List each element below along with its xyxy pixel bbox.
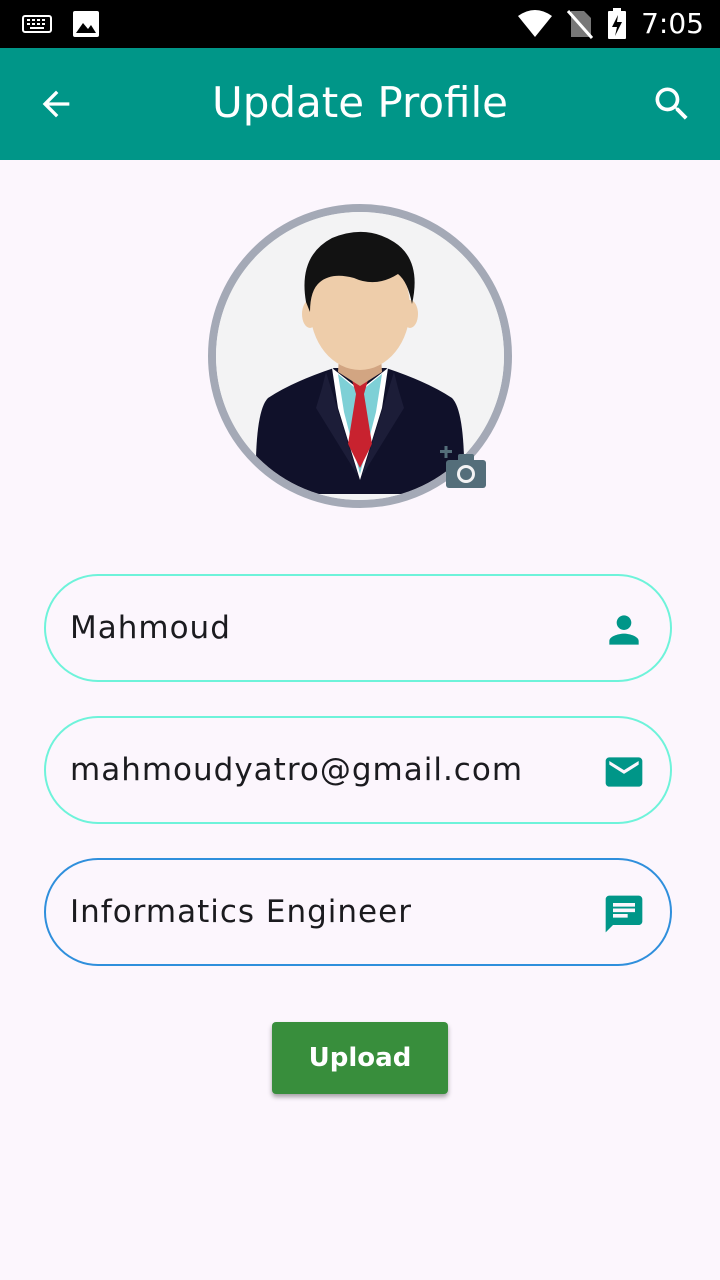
person-icon bbox=[609, 615, 639, 645]
keyboard-icon bbox=[22, 15, 52, 33]
email-field-value: mahmoudyatro@gmail.com bbox=[70, 752, 524, 788]
status-bar: 7:05 bbox=[0, 0, 720, 48]
battery-charging-icon bbox=[608, 8, 627, 39]
email-field[interactable]: mahmoudyatro@gmail.com bbox=[44, 716, 672, 824]
search-icon[interactable] bbox=[650, 82, 694, 126]
wifi-icon bbox=[518, 10, 553, 37]
mail-icon bbox=[605, 757, 643, 787]
name-field[interactable]: Mahmoud bbox=[44, 574, 672, 682]
status-time: 7:05 bbox=[641, 7, 704, 40]
image-icon bbox=[73, 11, 99, 37]
name-field-value: Mahmoud bbox=[70, 610, 231, 646]
upload-button[interactable]: Upload bbox=[272, 1022, 448, 1094]
app-bar: Update Profile bbox=[0, 48, 720, 160]
page-title: Update Profile bbox=[211, 78, 509, 127]
bio-field-value: Informatics Engineer bbox=[70, 894, 412, 930]
no-sim-icon bbox=[567, 10, 594, 39]
message-icon bbox=[605, 895, 643, 933]
add-photo-camera-icon[interactable] bbox=[438, 446, 490, 494]
avatar-picker[interactable] bbox=[208, 204, 512, 508]
bio-field[interactable]: Informatics Engineer bbox=[44, 858, 672, 966]
